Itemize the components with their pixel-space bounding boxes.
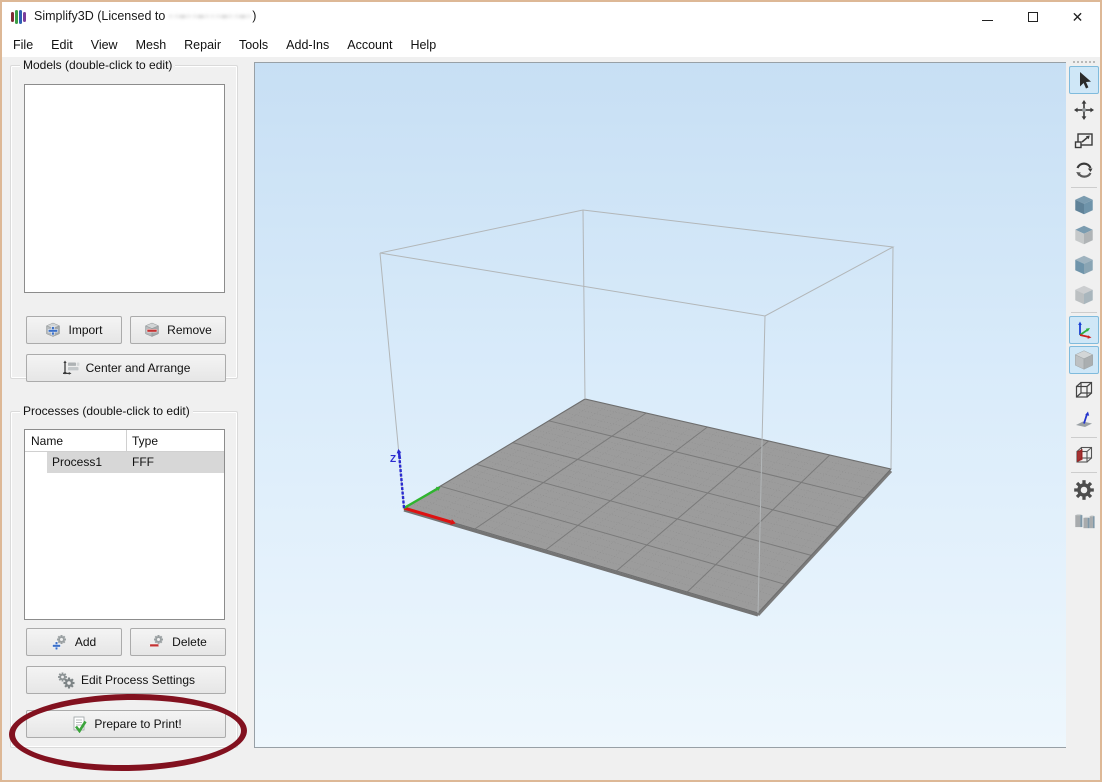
edit-process-settings-button[interactable]: Edit Process Settings xyxy=(26,666,226,694)
rotate-tool[interactable] xyxy=(1069,156,1099,184)
viewport-3d[interactable]: Z xyxy=(254,62,1067,748)
menu-file[interactable]: File xyxy=(4,35,42,55)
menu-mesh[interactable]: Mesh xyxy=(127,35,176,55)
menu-bar: File Edit View Mesh Repair Tools Add-Ins… xyxy=(2,32,1100,57)
scale-icon xyxy=(1073,129,1095,151)
processes-group: Processes (double-click to edit) Name Ty… xyxy=(10,411,238,748)
support-pillars-icon xyxy=(1072,508,1096,532)
add-gear-icon xyxy=(52,634,69,650)
view-cube-default[interactable] xyxy=(1069,191,1099,219)
process-name-cell: Process1 xyxy=(52,455,102,469)
view-cube-icon xyxy=(1072,253,1096,277)
gear-icon xyxy=(1072,478,1096,502)
prepare-to-print-button[interactable]: Prepare to Print! xyxy=(26,710,226,738)
left-panel: Models (double-click to edit) Import xyxy=(2,57,252,780)
models-group-title: Models (double-click to edit) xyxy=(20,58,175,72)
gears-icon xyxy=(57,672,75,689)
toolbar-separator xyxy=(1071,312,1097,313)
delete-gear-icon xyxy=(149,634,166,650)
view-cube-front[interactable] xyxy=(1069,221,1099,249)
translate-tool[interactable] xyxy=(1069,96,1099,124)
view-cube-top[interactable] xyxy=(1069,281,1099,309)
view-cube-icon xyxy=(1072,223,1096,247)
center-and-arrange-button[interactable]: Center and Arrange xyxy=(26,354,226,382)
select-cursor-tool[interactable] xyxy=(1069,66,1099,94)
models-group: Models (double-click to edit) Import xyxy=(10,65,238,379)
remove-cube-icon xyxy=(144,322,161,338)
center-arrange-icon xyxy=(62,360,80,376)
column-type: Type xyxy=(132,434,158,448)
add-label: Add xyxy=(75,635,96,649)
processes-table[interactable]: Name Type Process1 FFF xyxy=(24,429,225,620)
app-window: Simplify3D (Licensed to ··–··–···–··–·) … xyxy=(0,0,1102,782)
cursor-icon xyxy=(1073,69,1095,91)
toolbar-separator xyxy=(1071,472,1097,473)
cross-section-tool[interactable] xyxy=(1069,441,1099,469)
print-checklist-icon xyxy=(70,716,88,733)
menu-help[interactable]: Help xyxy=(401,35,445,55)
import-button[interactable]: Import xyxy=(26,316,122,344)
menu-repair[interactable]: Repair xyxy=(175,35,230,55)
move-arrows-icon xyxy=(1073,99,1095,121)
menu-tools[interactable]: Tools xyxy=(230,35,277,55)
machine-settings-tool[interactable] xyxy=(1069,476,1099,504)
import-cube-icon xyxy=(45,322,62,338)
menu-add-ins[interactable]: Add-Ins xyxy=(277,35,338,55)
window-title: Simplify3D (Licensed to ··–··–···–··–·) xyxy=(34,9,256,23)
axes-icon xyxy=(1073,319,1095,341)
scale-tool[interactable] xyxy=(1069,126,1099,154)
toolbar-separator xyxy=(1071,437,1097,438)
solid-cube-icon xyxy=(1072,348,1096,372)
edit-process-settings-label: Edit Process Settings xyxy=(81,673,195,687)
processes-group-title: Processes (double-click to edit) xyxy=(20,404,193,418)
view-cube-icon xyxy=(1072,193,1096,217)
process-type-cell: FFF xyxy=(132,455,154,469)
delete-label: Delete xyxy=(172,635,207,649)
menu-view[interactable]: View xyxy=(82,35,127,55)
show-coordinate-axes-tool[interactable] xyxy=(1069,316,1099,344)
menu-account[interactable]: Account xyxy=(338,35,401,55)
redacted-license-name: ··–··–···–··–· xyxy=(169,9,252,23)
menu-edit[interactable]: Edit xyxy=(42,35,82,55)
models-list[interactable] xyxy=(24,84,225,293)
rotate-arrows-icon xyxy=(1073,159,1095,181)
view-cube-side[interactable] xyxy=(1069,251,1099,279)
prepare-to-print-label: Prepare to Print! xyxy=(94,717,181,731)
title-bar: Simplify3D (Licensed to ··–··–···–··–·) … xyxy=(2,2,1100,32)
support-structures-tool[interactable] xyxy=(1069,506,1099,534)
remove-label: Remove xyxy=(167,323,212,337)
center-arrange-label: Center and Arrange xyxy=(86,361,191,375)
simplify3d-logo-icon xyxy=(11,9,28,25)
close-button[interactable]: ✕ xyxy=(1055,2,1100,32)
right-toolbar xyxy=(1066,57,1102,780)
add-process-button[interactable]: Add xyxy=(26,628,122,656)
maximize-button[interactable] xyxy=(1010,2,1055,32)
build-plate-scene: Z xyxy=(255,63,1066,747)
process-row[interactable]: Process1 FFF xyxy=(25,452,224,473)
surface-normals-tool[interactable] xyxy=(1069,406,1099,434)
wireframe-cube-icon xyxy=(1073,379,1095,401)
minimize-button[interactable] xyxy=(965,2,1010,32)
maximize-icon xyxy=(1028,12,1038,22)
solid-render-tool[interactable] xyxy=(1069,346,1099,374)
cross-section-cube-icon xyxy=(1073,444,1095,466)
svg-text:Z: Z xyxy=(390,454,396,465)
wireframe-render-tool[interactable] xyxy=(1069,376,1099,404)
import-label: Import xyxy=(68,323,102,337)
delete-process-button[interactable]: Delete xyxy=(130,628,226,656)
normal-arrow-icon xyxy=(1073,409,1095,431)
view-cube-icon xyxy=(1072,283,1096,307)
toolbar-grip[interactable] xyxy=(1073,58,1095,65)
toolbar-separator xyxy=(1071,187,1097,188)
column-name: Name xyxy=(31,434,63,448)
minimize-icon xyxy=(982,20,993,21)
processes-table-header: Name Type xyxy=(25,430,224,452)
close-icon: ✕ xyxy=(1072,10,1084,24)
remove-button[interactable]: Remove xyxy=(130,316,226,344)
